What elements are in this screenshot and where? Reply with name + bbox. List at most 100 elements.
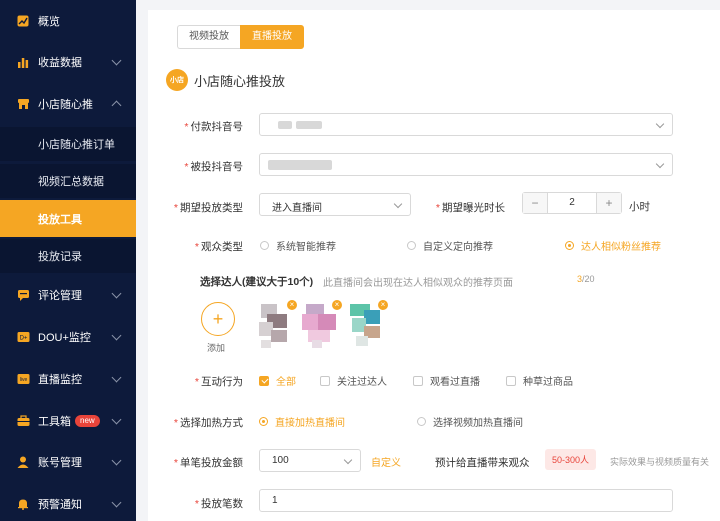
count-input[interactable]: 1 (259, 489, 673, 512)
sidebar-item-label: 小店随心推 (38, 99, 93, 111)
chevron-down-icon (343, 455, 353, 465)
add-creator-button[interactable]: + (201, 302, 235, 336)
amount-label: * 单笔投放金额 (173, 457, 243, 469)
chevron-down-icon (111, 455, 122, 466)
sidebar-item-overview[interactable]: 概览 (0, 4, 136, 38)
chevron-down-icon (111, 414, 122, 425)
live-icon: live (16, 372, 30, 386)
blurred-value (296, 121, 322, 129)
heat-label: * 选择加热方式 (173, 417, 243, 429)
sidebar-item-label: 工具箱 (38, 416, 71, 428)
audience-option-custom[interactable]: 自定义定向推荐 (407, 238, 493, 253)
store-logo: 小店 (166, 69, 188, 91)
type-select[interactable]: 进入直播间 (259, 193, 411, 216)
chevron-down-icon (111, 288, 122, 299)
duration-input[interactable]: 2 (547, 193, 597, 213)
creator-select-label: 选择达人(建议大于10个) (200, 276, 314, 288)
chevron-down-icon (111, 55, 122, 66)
duration-plus-button[interactable]: + (597, 193, 621, 213)
interaction-option-watched[interactable]: 观看过直播 (413, 373, 480, 388)
creator-count: 3/20 (577, 274, 595, 284)
svg-text:D+: D+ (19, 336, 27, 342)
sidebar-item-alerts[interactable]: 预警通知 (0, 487, 136, 521)
type-label: * 期望投放类型 (173, 202, 243, 214)
heat-option-direct[interactable]: 直接加热直播间 (259, 414, 345, 429)
remove-creator-icon[interactable]: × (378, 300, 388, 310)
bell-icon (16, 497, 30, 511)
pay-account-label: * 付款抖音号 (184, 121, 243, 133)
amount-custom-link[interactable]: 自定义 (371, 454, 401, 469)
comment-icon (16, 288, 30, 302)
toolbox-icon (16, 414, 30, 428)
interaction-option-all[interactable]: 全部 (259, 373, 296, 388)
sidebar: 概览 收益数据 小店随心推 小店随心推订单 视频汇总数据 投放工具 投放记录 评… (0, 0, 136, 521)
sidebar-item-label: 评论管理 (38, 290, 82, 302)
sidebar-item-dou-plus[interactable]: D+ DOU+监控 (0, 320, 136, 354)
sidebar-item-toolbox[interactable]: 工具箱 new (0, 404, 136, 438)
audience-option-similar-fans[interactable]: 达人相似粉丝推荐 (565, 238, 661, 253)
sidebar-item-xiaodian[interactable]: 小店随心推 (0, 87, 136, 121)
count-label: * 投放笔数 (194, 498, 243, 510)
dou-plus-icon: D+ (16, 330, 30, 344)
bar-chart-icon (16, 55, 30, 69)
target-account-label: * 被投抖音号 (184, 161, 243, 173)
chevron-down-icon (393, 199, 403, 209)
sidebar-item-label: 账号管理 (38, 457, 82, 469)
sidebar-subitem-orders[interactable]: 小店随心推订单 (0, 127, 136, 161)
sidebar-item-label: 收益数据 (38, 57, 82, 69)
duration-minus-button[interactable]: − (523, 193, 547, 213)
heat-option-video[interactable]: 选择视频加热直播间 (417, 414, 523, 429)
creator-avatar: × (257, 300, 297, 348)
sidebar-item-live-monitor[interactable]: live 直播监控 (0, 362, 136, 396)
sidebar-subitem-tool[interactable]: 投放工具 (0, 200, 136, 237)
chevron-up-icon (111, 100, 122, 111)
sidebar-subitem-records[interactable]: 投放记录 (0, 239, 136, 273)
audience-option-smart[interactable]: 系统智能推荐 (260, 238, 336, 253)
duration-label: * 期望曝光时长 (435, 202, 505, 214)
amount-value: 100 (272, 455, 289, 466)
sidebar-subitem-label: 视频汇总数据 (38, 176, 104, 188)
user-icon (16, 455, 30, 469)
sidebar-item-comments[interactable]: 评论管理 (0, 278, 136, 312)
sidebar-item-label: DOU+监控 (38, 332, 91, 344)
chart-square-icon (16, 14, 30, 28)
sidebar-item-revenue[interactable]: 收益数据 (0, 45, 136, 79)
interaction-option-product[interactable]: 种草过商品 (506, 373, 573, 388)
sidebar-subitem-label: 投放记录 (38, 251, 82, 263)
estimate-note: 实际效果与视频质量有关 (610, 457, 710, 467)
store-icon (16, 97, 30, 111)
type-value: 进入直播间 (272, 203, 322, 214)
creator-select-hint: 此直播间会出现在达人相似观众的推荐页面 (323, 278, 513, 289)
sidebar-subitem-label: 小店随心推订单 (38, 139, 115, 151)
blurred-value (278, 121, 292, 129)
chevron-down-icon (111, 497, 122, 508)
tab-video[interactable]: 视频投放 (177, 25, 240, 49)
interaction-label: * 互动行为 (194, 376, 243, 388)
chevron-down-icon (655, 159, 665, 169)
sidebar-item-account[interactable]: 账号管理 (0, 445, 136, 479)
sidebar-subitem-label: 投放工具 (38, 213, 82, 226)
chevron-down-icon (111, 372, 122, 383)
estimate-label: 预计给直播带来观众 (435, 457, 530, 469)
count-value: 1 (272, 495, 278, 506)
creator-avatar: × (302, 300, 342, 348)
target-account-select[interactable] (259, 153, 673, 176)
svg-text:live: live (19, 377, 27, 383)
audience-label: * 观众类型 (194, 241, 243, 253)
tab-bar: 视频投放 直播投放 (177, 25, 304, 49)
chevron-down-icon (111, 330, 122, 341)
pay-account-select[interactable] (259, 113, 673, 136)
page-title: 小店随心推投放 (194, 73, 286, 89)
chevron-down-icon (655, 119, 665, 129)
blurred-value (268, 160, 332, 170)
sidebar-item-label: 概览 (38, 16, 60, 28)
main-panel: 视频投放 直播投放 小店 小店随心推投放 * 付款抖音号 * 被投抖音号 * 期望投放… (148, 10, 720, 521)
estimate-badge: 50-300人 (545, 449, 597, 470)
duration-stepper[interactable]: − 2 + (522, 192, 622, 214)
remove-creator-icon[interactable]: × (332, 300, 342, 310)
interaction-option-followed[interactable]: 关注过达人 (320, 373, 387, 388)
tab-live[interactable]: 直播投放 (240, 25, 304, 49)
sidebar-subitem-video-summary[interactable]: 视频汇总数据 (0, 164, 136, 198)
remove-creator-icon[interactable]: × (287, 300, 297, 310)
amount-select[interactable]: 100 (259, 449, 361, 472)
